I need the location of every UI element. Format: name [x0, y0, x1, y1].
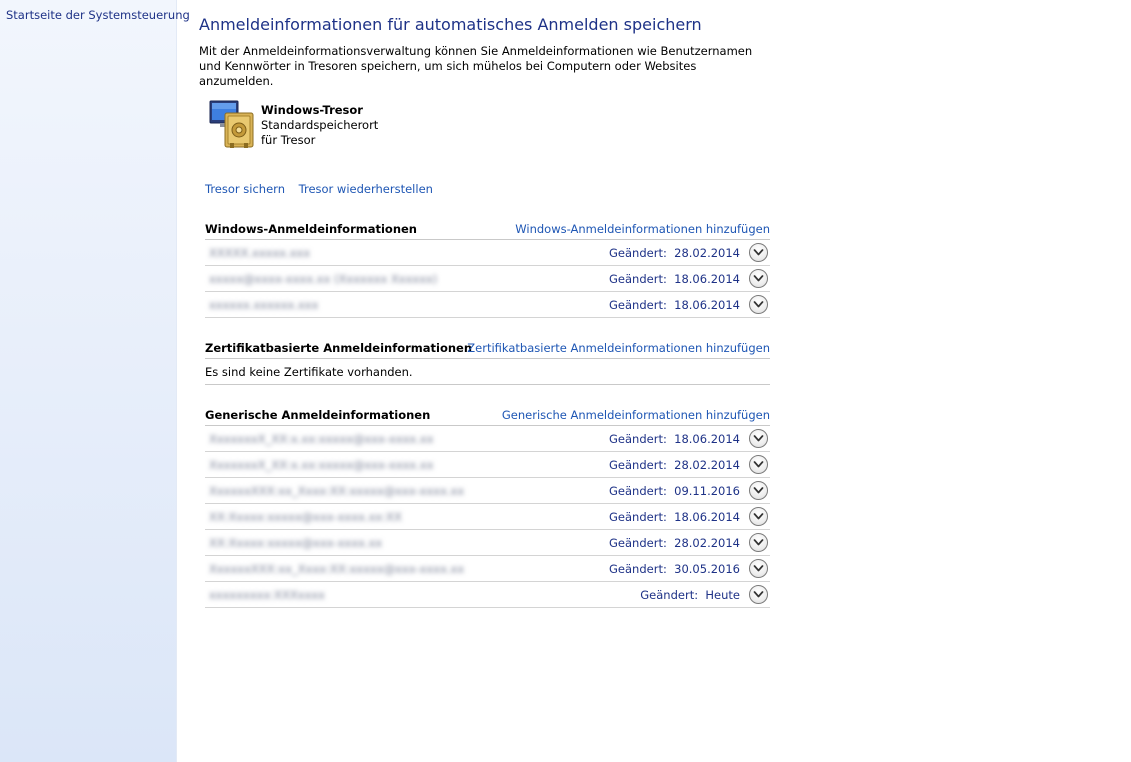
credential-modified: Geändert: 18.06.2014 — [609, 272, 740, 286]
vault-description-line2: für Tresor — [261, 133, 316, 147]
windows-credential-list: XXXXX.xxxxx.xxx Geändert: 28.02.2014 xxxxx… — [205, 240, 770, 318]
chevron-down-icon[interactable] — [749, 559, 768, 578]
credential-name: xxxxxxxxx:XXXxxxx — [209, 588, 325, 602]
credential-modified: Geändert: 18.06.2014 — [609, 298, 740, 312]
credential-row[interactable]: XX:Xxxxx:xxxxx@xxx-xxxx.xx:XX Geändert: 1… — [205, 504, 770, 530]
credential-name: XX:Xxxxx:xxxxx@xxx-xxxx.xx — [209, 536, 383, 550]
modified-date: 18.06.2014 — [674, 510, 740, 524]
credential-name: xxxxxx.xxxxxx.xxx — [209, 298, 319, 312]
modified-label: Geändert: — [609, 272, 667, 286]
section-header: Zertifikatbasierte Anmeldeinformationen … — [205, 336, 770, 359]
modified-label: Geändert: — [609, 298, 667, 312]
chevron-down-icon[interactable] — [749, 507, 768, 526]
credential-modified: Geändert: 28.02.2014 — [609, 458, 740, 472]
section-title: Windows-Anmeldeinformationen — [205, 222, 417, 236]
chevron-down-icon[interactable] — [749, 585, 768, 604]
credential-modified: Geändert: 18.06.2014 — [609, 432, 740, 446]
restore-vault-link[interactable]: Tresor wiederherstellen — [299, 182, 433, 196]
modified-label: Geändert: — [609, 510, 667, 524]
chevron-down-icon[interactable] — [749, 429, 768, 448]
modified-label: Geändert: — [609, 246, 667, 260]
chevron-down-icon[interactable] — [749, 269, 768, 288]
modified-date: 18.06.2014 — [674, 432, 740, 446]
chevron-down-icon[interactable] — [749, 455, 768, 474]
empty-state-row: Es sind keine Zertifikate vorhanden. — [205, 359, 770, 385]
add-windows-credential-link[interactable]: Windows-Anmeldeinformationen hinzufügen — [515, 222, 770, 236]
vault-info: Windows-Tresor Standardspeicherort für T… — [261, 103, 378, 148]
modified-label: Geändert: — [609, 432, 667, 446]
page-title: Anmeldeinformationen für automatisches A… — [199, 15, 702, 34]
modified-date: 30.05.2016 — [674, 562, 740, 576]
credential-name: XX:Xxxxx:xxxxx@xxx-xxxx.xx:XX — [209, 510, 402, 524]
modified-date: 28.02.2014 — [674, 536, 740, 550]
add-generic-credential-link[interactable]: Generische Anmeldeinformationen hinzufüg… — [502, 408, 770, 422]
credential-name: XxxxxxXXX:xx_Xxxx:XX:xxxxx@xxx-xxxx.xx — [209, 562, 465, 576]
control-panel-home-link[interactable]: Startseite der Systemsteuerung — [6, 8, 190, 22]
credential-row[interactable]: XXXXX.xxxxx.xxx Geändert: 28.02.2014 — [205, 240, 770, 266]
section-title: Zertifikatbasierte Anmeldeinformationen — [205, 341, 473, 355]
credential-modified: Geändert: Heute — [640, 588, 740, 602]
modified-label: Geändert: — [640, 588, 699, 602]
modified-date: 18.06.2014 — [674, 298, 740, 312]
generic-credentials-section: Generische Anmeldeinformationen Generisc… — [205, 403, 770, 608]
vault-safe-icon — [208, 99, 256, 151]
credential-row[interactable]: xxxxxx.xxxxxx.xxx Geändert: 18.06.2014 — [205, 292, 770, 318]
credential-modified: Geändert: 09.11.2016 — [609, 484, 740, 498]
credential-modified: Geändert: 18.06.2014 — [609, 510, 740, 524]
credential-row[interactable]: XX:Xxxxx:xxxxx@xxx-xxxx.xx Geändert: 28.0… — [205, 530, 770, 556]
modified-date: 28.02.2014 — [674, 458, 740, 472]
credential-row[interactable]: XxxxxxXXX:xx_Xxxx:XX:xxxxx@xxx-xxxx.xx Ge… — [205, 478, 770, 504]
generic-credential-list: XxxxxxxX_XX:x.xx:xxxxx@xxx-xxxx.xx Geände… — [205, 426, 770, 608]
vault-name: Windows-Tresor — [261, 103, 363, 117]
section-header: Generische Anmeldeinformationen Generisc… — [205, 403, 770, 426]
modified-date: 09.11.2016 — [674, 484, 740, 498]
credential-name: XxxxxxxX_XX:x.xx:xxxxx@xxx-xxxx.xx — [209, 432, 434, 446]
intro-text: Mit der Anmeldeinformationsverwaltung kö… — [199, 44, 753, 88]
credential-name: XXXXX.xxxxx.xxx — [209, 246, 311, 260]
credential-row[interactable]: XxxxxxxX_XX:x.xx:xxxxx@xxx-xxxx.xx Geände… — [205, 452, 770, 478]
modified-date: Heute — [705, 588, 740, 602]
chevron-down-icon[interactable] — [749, 295, 768, 314]
modified-label: Geändert: — [609, 536, 667, 550]
credential-modified: Geändert: 30.05.2016 — [609, 562, 740, 576]
vault-description-line1: Standardspeicherort — [261, 118, 379, 132]
modified-label: Geändert: — [609, 484, 667, 498]
credential-row[interactable]: xxxxx@xxxx-xxxx.xx (Xxxxxxx Xxxxxx) Geänd… — [205, 266, 770, 292]
backup-vault-link[interactable]: Tresor sichern — [205, 182, 285, 196]
credential-name: xxxxx@xxxx-xxxx.xx (Xxxxxxx Xxxxxx) — [209, 272, 438, 286]
modified-date: 18.06.2014 — [674, 272, 740, 286]
no-certificates-text: Es sind keine Zertifikate vorhanden. — [205, 365, 413, 379]
credential-row[interactable]: XxxxxxXXX:xx_Xxxx:XX:xxxxx@xxx-xxxx.xx Ge… — [205, 556, 770, 582]
modified-label: Geändert: — [609, 458, 667, 472]
modified-date: 28.02.2014 — [674, 246, 740, 260]
credential-name: XxxxxxxX_XX:x.xx:xxxxx@xxx-xxxx.xx — [209, 458, 434, 472]
modified-label: Geändert: — [609, 562, 667, 576]
credential-row[interactable]: XxxxxxxX_XX:x.xx:xxxxx@xxx-xxxx.xx Geände… — [205, 426, 770, 452]
chevron-down-icon[interactable] — [749, 533, 768, 552]
credential-name: XxxxxxXXX:xx_Xxxx:XX:xxxxx@xxx-xxxx.xx — [209, 484, 465, 498]
credential-row[interactable]: xxxxxxxxx:XXXxxxx Geändert: Heute — [205, 582, 770, 608]
vault-actions: Tresor sichern Tresor wiederherstellen — [205, 182, 443, 196]
credential-modified: Geändert: 28.02.2014 — [609, 246, 740, 260]
add-certificate-credential-link[interactable]: Zertifikatbasierte Anmeldeinformationen … — [467, 341, 770, 355]
chevron-down-icon[interactable] — [749, 481, 768, 500]
sidebar: Startseite der Systemsteuerung — [0, 0, 190, 762]
section-title: Generische Anmeldeinformationen — [205, 408, 431, 422]
chevron-down-icon[interactable] — [749, 243, 768, 262]
certificate-credentials-section: Zertifikatbasierte Anmeldeinformationen … — [205, 336, 770, 385]
section-header: Windows-Anmeldeinformationen Windows-Anm… — [205, 217, 770, 240]
credential-modified: Geändert: 28.02.2014 — [609, 536, 740, 550]
windows-credentials-section: Windows-Anmeldeinformationen Windows-Anm… — [205, 217, 770, 318]
